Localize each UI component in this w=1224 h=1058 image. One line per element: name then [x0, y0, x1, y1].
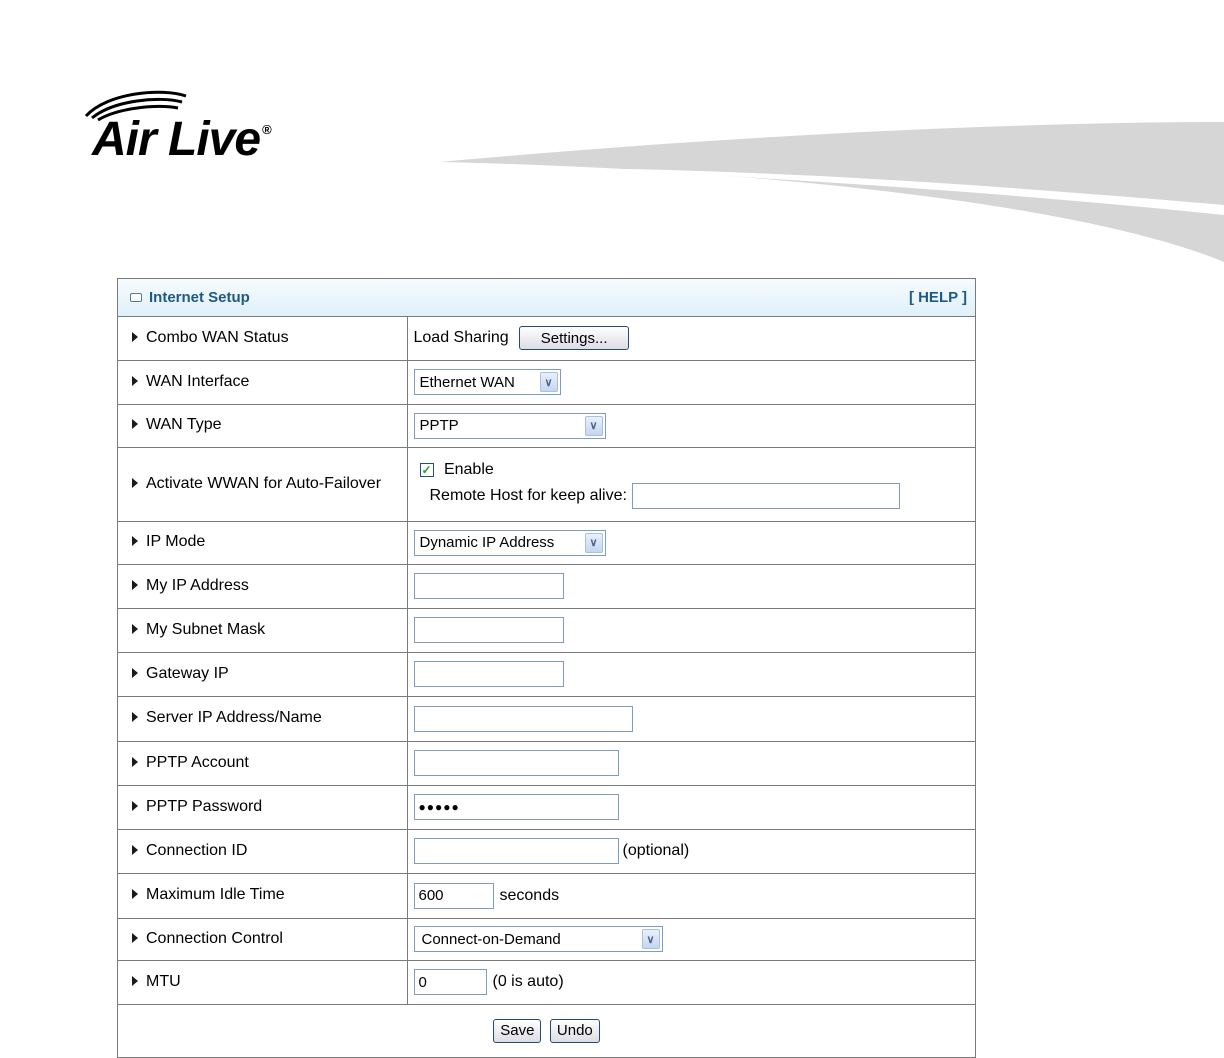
brand-wordmark: Air Live ®: [92, 113, 272, 166]
triangle-right-icon: [132, 932, 138, 943]
chevron-down-icon[interactable]: ∨: [539, 372, 558, 392]
row-label-connection-id: Connection ID: [146, 841, 248, 859]
row-label-pptp-password: PPTP Password: [146, 797, 263, 815]
checkmark-icon: ✓: [421, 462, 432, 477]
triangle-right-icon: [132, 332, 138, 343]
mtu-input[interactable]: [413, 969, 487, 995]
triangle-right-icon: [132, 712, 138, 723]
table-row: WAN Type PPTP ∨: [118, 403, 975, 447]
row-label-ip-mode: IP Mode: [146, 533, 206, 551]
triangle-right-icon: [132, 667, 138, 678]
triangle-right-icon: [132, 623, 138, 634]
server-ip-input[interactable]: [413, 705, 633, 732]
table-row: My IP Address: [118, 563, 975, 608]
max-idle-input[interactable]: [413, 882, 494, 909]
panel-title: Internet Setup: [149, 289, 250, 306]
table-row: Activate WWAN for Auto-Failover ✓ Enable…: [118, 446, 975, 521]
table-row: Combo WAN Status Load Sharing Settings..…: [118, 317, 975, 360]
enable-checkbox[interactable]: ✓: [419, 462, 434, 477]
triangle-right-icon: [132, 844, 138, 855]
row-label-wwan-failover: Activate WWAN for Auto-Failover: [146, 474, 382, 492]
row-label-max-idle: Maximum Idle Time: [146, 886, 285, 904]
triangle-right-icon: [132, 477, 138, 488]
triangle-right-icon: [132, 579, 138, 590]
row-label-connection-control: Connection Control: [146, 929, 283, 947]
undo-button[interactable]: Undo: [549, 1018, 600, 1043]
settings-table: Combo WAN Status Load Sharing Settings..…: [118, 317, 975, 1057]
row-label-pptp-account: PPTP Account: [146, 753, 249, 771]
table-row: PPTP Account: [118, 740, 975, 785]
pptp-account-input[interactable]: [413, 750, 619, 776]
chevron-down-icon[interactable]: ∨: [584, 532, 603, 553]
save-button[interactable]: Save: [493, 1018, 542, 1043]
triangle-right-icon: [132, 375, 138, 386]
internet-setup-panel: Internet Setup [ HELP ] Combo WAN Status…: [117, 278, 976, 1058]
remote-host-input[interactable]: [632, 483, 901, 510]
max-idle-unit: seconds: [499, 886, 560, 904]
table-row: IP Mode Dynamic IP Address ∨: [118, 520, 975, 564]
table-row: MTU (0 is auto): [118, 959, 975, 1004]
row-label-wan-interface: WAN Interface: [146, 372, 250, 390]
table-row: Maximum Idle Time seconds: [118, 872, 975, 918]
remote-host-label: Remote Host for keep alive:: [429, 487, 627, 505]
row-label-combo-wan: Combo WAN Status: [146, 329, 289, 347]
connection-id-input[interactable]: [413, 838, 619, 864]
row-label-server-ip: Server IP Address/Name: [146, 709, 322, 727]
row-label-wan-type: WAN Type: [146, 416, 222, 434]
panel-title-icon: [130, 293, 142, 302]
wan-interface-select[interactable]: Ethernet WAN ∨: [413, 369, 561, 395]
triangle-right-icon: [132, 536, 138, 547]
help-link[interactable]: [ HELP ]: [909, 289, 967, 306]
triangle-right-icon: [132, 889, 138, 900]
table-row: Connection Control Connect-on-Demand ∨: [118, 917, 975, 960]
brand-logo: Air Live ®: [78, 86, 378, 176]
wan-type-select[interactable]: PPTP ∨: [413, 412, 606, 439]
triangle-right-icon: [132, 800, 138, 811]
row-label-gateway-ip: Gateway IP: [146, 664, 229, 682]
connection-control-select[interactable]: Connect-on-Demand ∨: [413, 926, 663, 952]
mtu-hint: (0 is auto): [492, 973, 564, 990]
triangle-right-icon: [132, 975, 138, 986]
subnet-mask-input[interactable]: [413, 617, 564, 643]
chevron-down-icon[interactable]: ∨: [641, 929, 660, 949]
connection-id-hint: (optional): [622, 842, 690, 859]
table-row: Connection ID (optional): [118, 828, 975, 873]
combo-wan-value: Load Sharing: [413, 329, 509, 347]
panel-header: Internet Setup [ HELP ]: [118, 279, 975, 317]
table-row: PPTP Password: [118, 784, 975, 829]
row-label-my-ip: My IP Address: [146, 576, 249, 594]
table-row: Gateway IP: [118, 651, 975, 696]
pptp-password-input[interactable]: [413, 794, 619, 820]
enable-label: Enable: [443, 460, 494, 478]
chevron-down-icon[interactable]: ∨: [584, 415, 603, 436]
row-label-subnet-mask: My Subnet Mask: [146, 620, 266, 638]
triangle-right-icon: [132, 756, 138, 767]
gateway-ip-input[interactable]: [413, 661, 564, 687]
table-row: Server IP Address/Name: [118, 695, 975, 741]
table-row: My Subnet Mask: [118, 607, 975, 652]
row-label-mtu: MTU: [146, 972, 181, 990]
table-row: Save Undo: [118, 1003, 975, 1057]
triangle-right-icon: [132, 419, 138, 430]
my-ip-input[interactable]: [413, 573, 564, 599]
settings-button[interactable]: Settings...: [519, 326, 630, 351]
table-row: WAN Interface Ethernet WAN ∨: [118, 359, 975, 404]
ip-mode-select[interactable]: Dynamic IP Address ∨: [413, 529, 606, 556]
